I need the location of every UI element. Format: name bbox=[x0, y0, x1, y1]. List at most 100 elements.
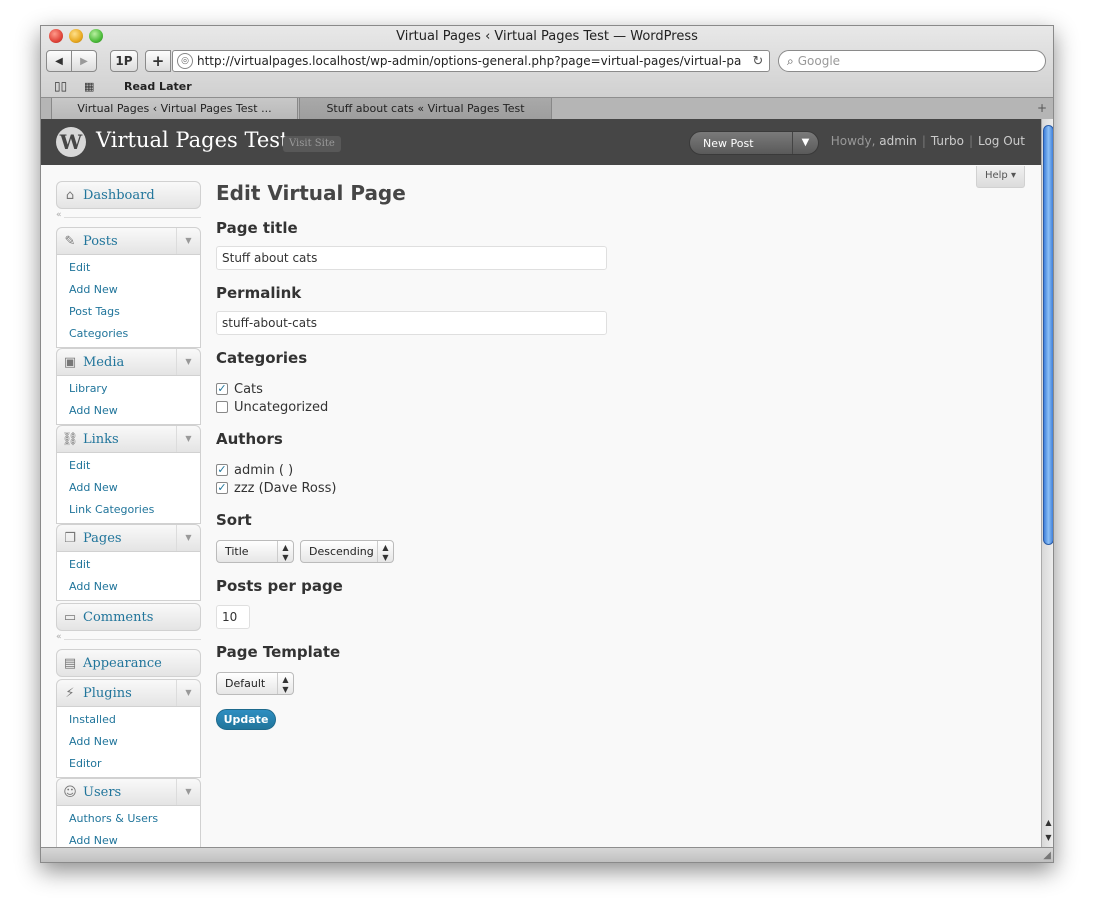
users-icon: ☺ bbox=[63, 784, 77, 800]
new-post-label[interactable]: New Post bbox=[690, 137, 792, 150]
checkbox-checked[interactable]: ✓ bbox=[216, 383, 228, 395]
address-bar[interactable]: ◎ http://virtualpages.localhost/wp-admin… bbox=[172, 50, 770, 72]
sidebar-item-label: Media bbox=[83, 354, 125, 370]
resize-grip-icon[interactable]: ◢ bbox=[1043, 850, 1051, 861]
back-button[interactable]: ◀ bbox=[46, 50, 72, 72]
submenu-item[interactable]: Edit bbox=[57, 554, 200, 576]
chevron-down-icon[interactable]: ▼ bbox=[176, 779, 200, 805]
search-icon: ⌕ bbox=[787, 53, 794, 68]
forward-button[interactable]: ▶ bbox=[71, 50, 97, 72]
sidebar-item-label: Links bbox=[83, 431, 119, 447]
bookmark-read-later[interactable]: Read Later bbox=[124, 80, 192, 93]
vertical-scrollbar[interactable]: ▲ ▼ bbox=[1041, 119, 1053, 848]
submenu-item[interactable]: Edit bbox=[57, 257, 200, 279]
chevron-down-icon[interactable]: ▼ bbox=[176, 349, 200, 375]
updown-arrows-icon: ▲ ▼ bbox=[277, 541, 293, 562]
select-value: Default bbox=[225, 677, 266, 690]
sidebar-item-pages[interactable]: ❐ Pages ▼ bbox=[56, 524, 201, 552]
sidebar-item-links[interactable]: ⛓ Links ▼ bbox=[56, 425, 201, 453]
submenu-item[interactable]: Post Tags bbox=[57, 301, 200, 323]
checkbox-checked[interactable]: ✓ bbox=[216, 464, 228, 476]
scroll-up-arrow-icon[interactable]: ▲ bbox=[1042, 816, 1053, 830]
sidebar-item-label: Posts bbox=[83, 233, 118, 249]
sidebar-item-media[interactable]: ▣ Media ▼ bbox=[56, 348, 201, 376]
sidebar-item-plugins[interactable]: ⚡ Plugins ▼ bbox=[56, 679, 201, 707]
sidebar-item-label: Users bbox=[83, 784, 122, 800]
top-sites-grid-icon[interactable]: ▦ bbox=[84, 80, 100, 93]
chevron-down-icon[interactable]: ▼ bbox=[176, 228, 200, 254]
submenu-item[interactable]: Add New bbox=[57, 477, 200, 499]
permalink-input[interactable]: stuff-about-cats bbox=[216, 311, 607, 335]
category-checkbox-uncategorized[interactable]: Uncategorized bbox=[216, 398, 607, 416]
bookmarks-book-icon[interactable]: ▯▯ bbox=[54, 79, 70, 93]
checkbox-label: Uncategorized bbox=[234, 399, 329, 415]
updown-arrows-icon: ▲ ▼ bbox=[377, 541, 393, 562]
visit-site-button[interactable]: Visit Site bbox=[283, 136, 341, 152]
submenu-item[interactable]: Edit bbox=[57, 455, 200, 477]
checkbox-checked[interactable]: ✓ bbox=[216, 482, 228, 494]
submenu-item[interactable]: Authors & Users bbox=[57, 808, 200, 830]
browser-window: Virtual Pages ‹ Virtual Pages Test — Wor… bbox=[40, 25, 1054, 863]
sidebar-item-comments[interactable]: ▭ Comments bbox=[56, 603, 201, 631]
site-name[interactable]: Virtual Pages Test bbox=[96, 128, 288, 152]
add-bookmark-button[interactable]: + bbox=[145, 50, 171, 72]
submenu-item[interactable]: Add New bbox=[57, 576, 200, 598]
browser-toolbar: Virtual Pages ‹ Virtual Pages Test — Wor… bbox=[41, 26, 1053, 119]
submenu-item[interactable]: Library bbox=[57, 378, 200, 400]
chevron-down-icon[interactable]: ▼ bbox=[176, 525, 200, 551]
appearance-icon: ▤ bbox=[63, 655, 77, 671]
new-tab-icon[interactable]: + bbox=[1037, 101, 1047, 115]
submenu-item[interactable]: Add New bbox=[57, 731, 200, 753]
author-checkbox-admin[interactable]: ✓ admin ( ) bbox=[216, 461, 607, 479]
help-button[interactable]: Help ▾ bbox=[975, 166, 1025, 188]
author-checkbox-zzz[interactable]: ✓ zzz (Dave Ross) bbox=[216, 479, 607, 497]
pushpin-icon: ✎ bbox=[64, 233, 76, 249]
submenu-item[interactable]: Add New bbox=[57, 279, 200, 301]
menu-collapse-separator[interactable]: « bbox=[56, 631, 201, 649]
turbo-link[interactable]: Turbo bbox=[931, 134, 964, 148]
template-select-wrap: Default ▲ ▼ bbox=[216, 672, 607, 695]
sidebar-item-appearance[interactable]: ▤ Appearance bbox=[56, 649, 201, 677]
search-placeholder: Google bbox=[797, 54, 841, 68]
select-value: Title bbox=[225, 545, 249, 558]
chevron-down-icon[interactable]: ▼ bbox=[792, 132, 818, 154]
sidebar-item-posts[interactable]: ✎ Posts ▼ bbox=[56, 227, 201, 255]
sidebar-item-users[interactable]: ☺ Users ▼ bbox=[56, 778, 201, 806]
sidebar-item-dashboard[interactable]: ⌂ Dashboard bbox=[56, 181, 201, 209]
submenu-item[interactable]: Link Categories bbox=[57, 499, 200, 521]
submenu-item[interactable]: Categories bbox=[57, 323, 200, 345]
new-post-dropdown[interactable]: New Post ▼ bbox=[689, 131, 819, 155]
comment-bubble-icon: ▭ bbox=[63, 609, 77, 625]
edit-virtual-page-form: Edit Virtual Page Page title Stuff about… bbox=[216, 181, 607, 730]
globe-icon: ◎ bbox=[177, 53, 193, 69]
submenu-item[interactable]: Installed bbox=[57, 709, 200, 731]
submenu-item[interactable]: Editor bbox=[57, 753, 200, 775]
bookmarks-bar: ▯▯ ▦ Read Later bbox=[41, 75, 1053, 97]
submenu-item[interactable]: Add New bbox=[57, 830, 200, 847]
posts-submenu: Edit Add New Post Tags Categories bbox=[56, 255, 201, 348]
tab-stuff-about-cats[interactable]: Stuff about cats « Virtual Pages Test bbox=[299, 98, 552, 119]
search-field[interactable]: ⌕ Google bbox=[778, 50, 1046, 72]
tab-virtual-pages[interactable]: Virtual Pages ‹ Virtual Pages Test ... bbox=[51, 98, 298, 119]
onepassword-button[interactable]: 1P bbox=[110, 50, 138, 72]
submenu-item[interactable]: Add New bbox=[57, 400, 200, 422]
menu-collapse-separator[interactable]: « bbox=[56, 209, 201, 227]
checkbox-label: zzz (Dave Ross) bbox=[234, 480, 337, 496]
page-template-select[interactable]: Default ▲ ▼ bbox=[216, 672, 294, 695]
scroll-down-arrow-icon[interactable]: ▼ bbox=[1042, 831, 1053, 845]
posts-per-page-label: Posts per page bbox=[216, 577, 343, 595]
reload-icon[interactable]: ↻ bbox=[747, 54, 769, 69]
user-profile-link[interactable]: admin bbox=[879, 134, 917, 148]
chevron-down-icon[interactable]: ▼ bbox=[176, 426, 200, 452]
chevron-down-icon[interactable]: ▼ bbox=[176, 680, 200, 706]
checkbox-unchecked[interactable] bbox=[216, 401, 228, 413]
wp-admin-header: W Virtual Pages Test Visit Site New Post… bbox=[41, 119, 1041, 165]
scrollbar-thumb[interactable] bbox=[1043, 125, 1053, 545]
update-button[interactable]: Update bbox=[216, 709, 276, 730]
sort-order-select[interactable]: Descending ▲ ▼ bbox=[300, 540, 394, 563]
sort-field-select[interactable]: Title ▲ ▼ bbox=[216, 540, 294, 563]
logout-link[interactable]: Log Out bbox=[978, 134, 1025, 148]
posts-per-page-input[interactable]: 10 bbox=[216, 605, 250, 629]
category-checkbox-cats[interactable]: ✓ Cats bbox=[216, 380, 607, 398]
page-title-input[interactable]: Stuff about cats bbox=[216, 246, 607, 270]
